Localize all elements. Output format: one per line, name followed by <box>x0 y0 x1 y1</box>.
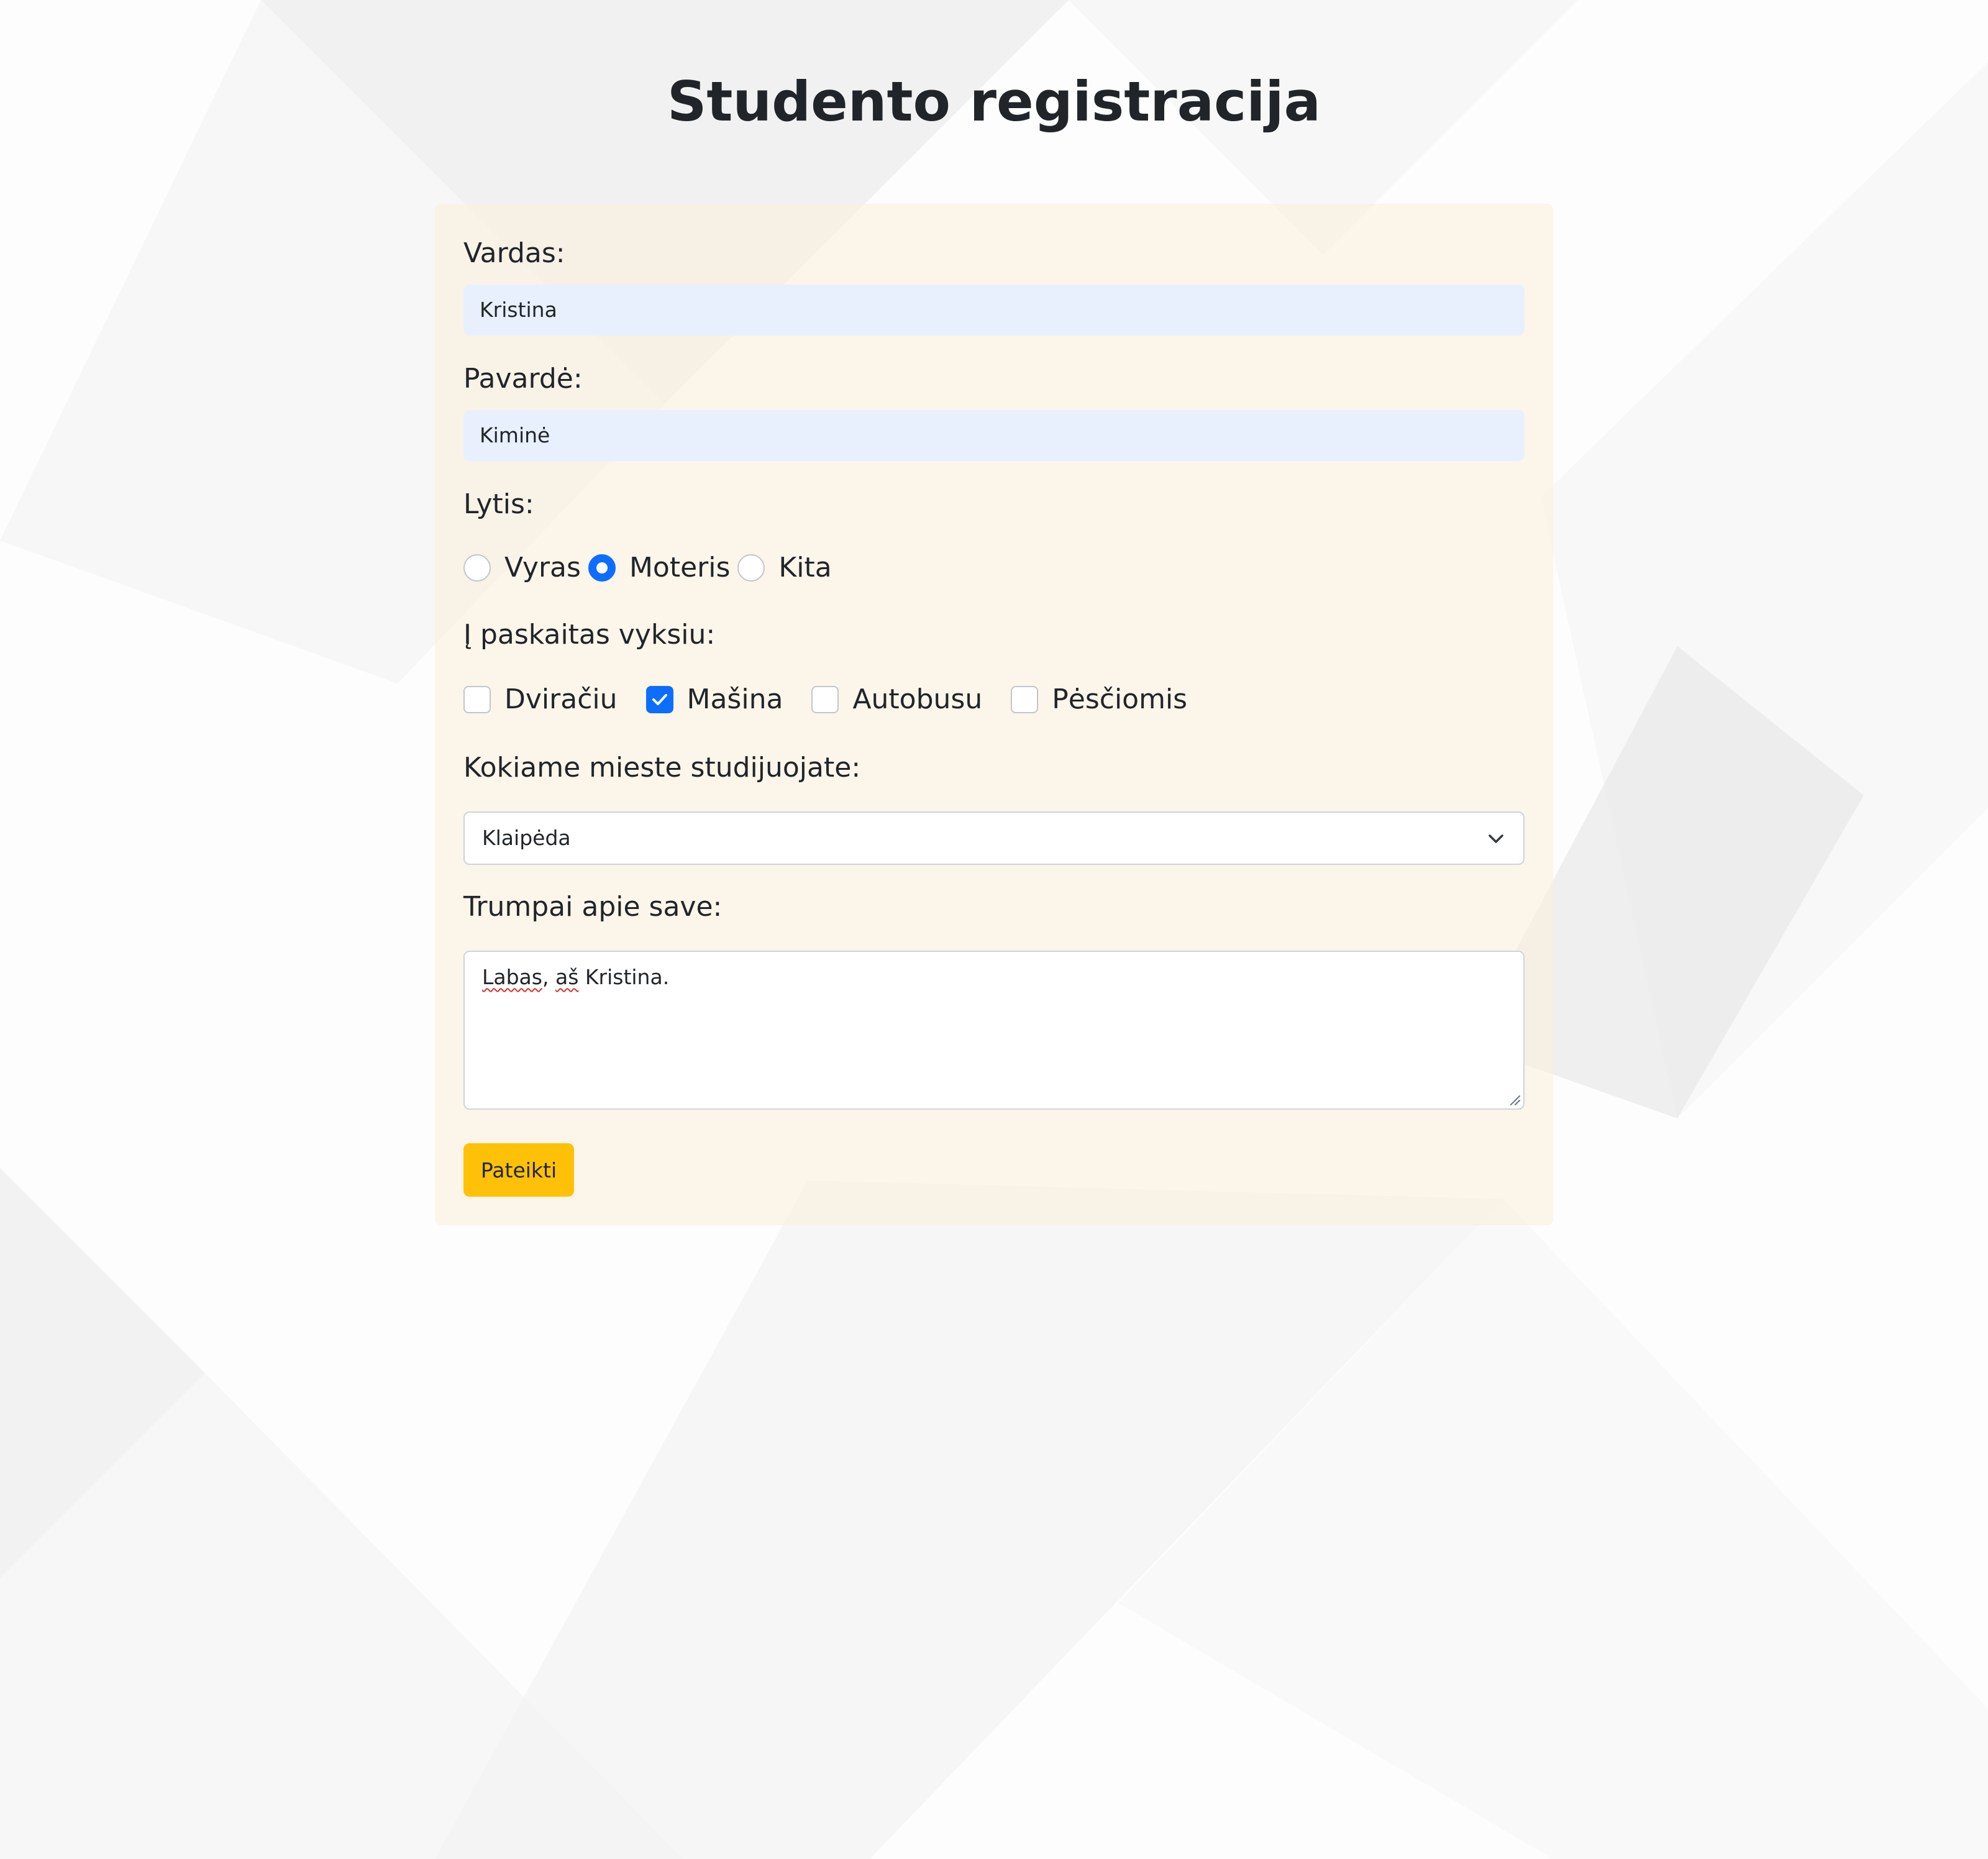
radio-kita[interactable] <box>737 554 765 582</box>
transport-label: Į paskaitas vyksiu: <box>463 619 716 651</box>
resize-handle-icon[interactable] <box>1507 1092 1521 1106</box>
radio-vyras[interactable] <box>463 554 491 582</box>
first-name-input[interactable]: Kristina <box>463 285 1525 336</box>
radio-kita-label: Kita <box>778 552 832 583</box>
city-select-value: Klaipėda <box>482 826 571 850</box>
checkmark-icon <box>652 694 667 705</box>
radio-vyras-label: Vyras <box>504 552 581 583</box>
checkbox-autobusu-label: Autobusu <box>852 683 983 715</box>
about-textarea[interactable]: Labas, aš Kristina. <box>463 951 1525 1110</box>
radio-moteris-label: Moteris <box>629 552 731 583</box>
first-name-label: Vardas: <box>463 237 565 269</box>
last-name-label: Pavardė: <box>463 363 583 395</box>
checkbox-dviraciu-label: Dviračiu <box>504 683 618 715</box>
checkbox-dviraciu[interactable] <box>463 686 491 713</box>
city-select[interactable]: Klaipėda <box>463 811 1525 865</box>
spellcheck-word: aš <box>555 965 579 989</box>
page-title: Studento registracija <box>667 70 1321 134</box>
about-label: Trumpai apie save: <box>463 891 723 923</box>
checkbox-masina-label: Mašina <box>686 683 783 715</box>
spellcheck-word: Labas <box>482 965 542 989</box>
last-name-input[interactable]: Kiminė <box>463 410 1525 461</box>
transport-options: Dviračiu Mašina Autobusu Pėsčiomis <box>463 681 1187 718</box>
radio-moteris[interactable] <box>588 554 616 582</box>
checkbox-pesciomis[interactable] <box>1011 686 1039 713</box>
gender-options: Vyras Moteris Kita <box>463 549 832 587</box>
checkbox-autobusu[interactable] <box>811 686 839 713</box>
registration-form: Vardas: Kristina Pavardė: Kiminė Lytis: … <box>435 204 1553 1225</box>
textarea-text: Kristina. <box>578 965 670 989</box>
checkbox-masina[interactable] <box>645 686 673 713</box>
checkbox-pesciomis-label: Pėsčiomis <box>1052 683 1188 715</box>
submit-button[interactable]: Pateikti <box>463 1143 574 1197</box>
textarea-text: , <box>542 965 555 989</box>
gender-label: Lytis: <box>463 488 534 520</box>
chevron-down-icon <box>1489 834 1503 843</box>
city-label: Kokiame mieste studijuojate: <box>463 752 861 783</box>
